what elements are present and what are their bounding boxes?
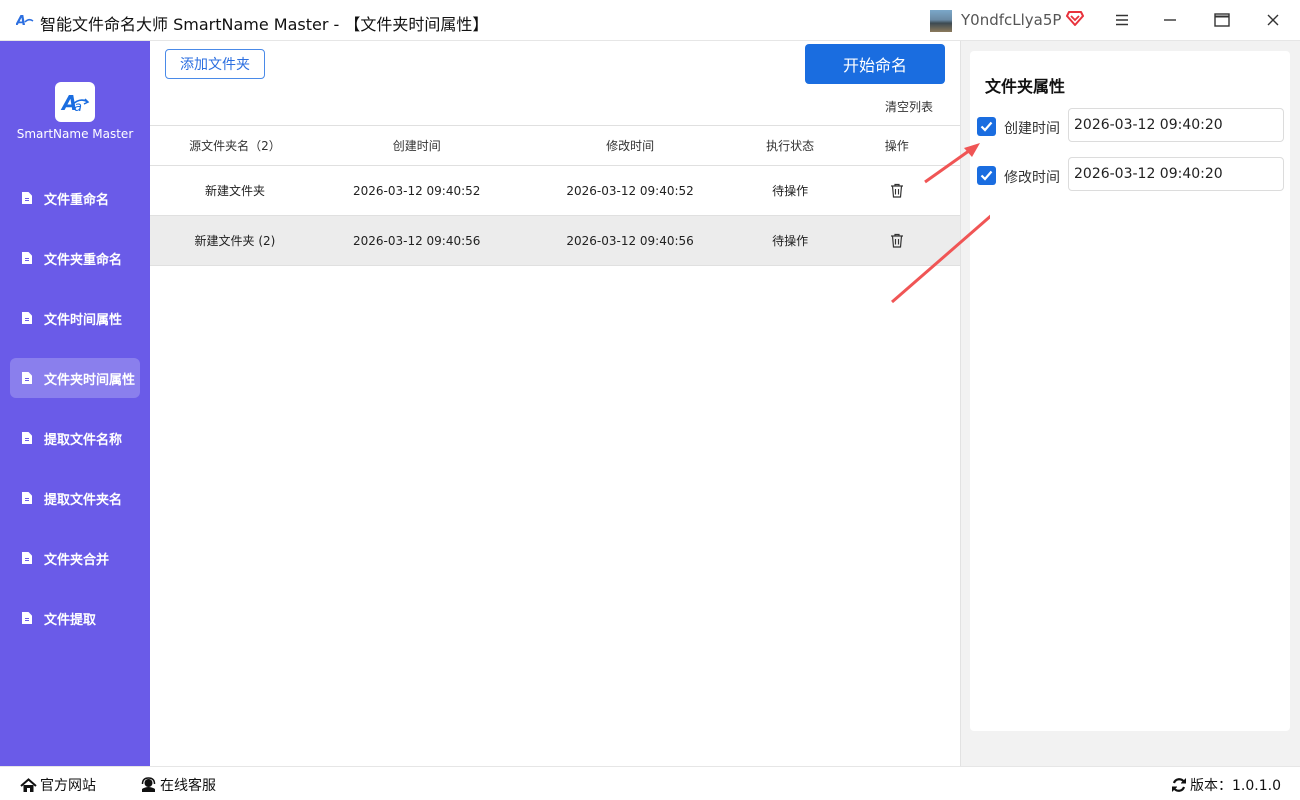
- home-icon: [20, 777, 37, 792]
- sidebar-item-extract-foldername[interactable]: 提取文件夹名: [10, 478, 140, 518]
- column-header-action: 操作: [884, 139, 909, 153]
- sidebar-item-label: 文件夹重命名: [44, 252, 123, 268]
- avatar[interactable]: [930, 10, 952, 32]
- table-row[interactable]: 新建文件夹 2026-03-12 09:40:52 2026-03-12 09:…: [150, 166, 960, 216]
- panel-title: 文件夹属性: [985, 77, 1066, 96]
- main-content: 添加文件夹 开始命名 清空列表 源文件夹名（2） 创建时间 修改时间 执行状态 …: [150, 41, 960, 766]
- sidebar-item-folder-time[interactable]: 文件夹时间属性: [10, 358, 140, 398]
- menu-icon[interactable]: [1110, 8, 1134, 32]
- version-info[interactable]: 版本：1.0.1.0: [1171, 775, 1281, 795]
- footer: 官方网站 在线客服 版本：1.0.1.0: [0, 766, 1300, 800]
- sidebar-item-label: 提取文件夹名: [44, 492, 123, 508]
- online-support-link[interactable]: 在线客服: [140, 775, 216, 795]
- sidebar-item-label: 文件重命名: [44, 192, 110, 208]
- official-website-label: 官方网站: [40, 778, 96, 794]
- document-icon: [22, 312, 32, 324]
- start-rename-button[interactable]: 开始命名: [805, 44, 945, 84]
- folder-name: 新建文件夹: [204, 184, 265, 198]
- minimize-icon[interactable]: [1158, 8, 1182, 32]
- created-time-input[interactable]: 2026-03-12 09:40:20: [1068, 108, 1284, 142]
- sidebar-item-file-extract[interactable]: 文件提取: [10, 598, 140, 638]
- online-support-label: 在线客服: [160, 778, 216, 794]
- document-icon: [22, 372, 32, 384]
- checkmark-icon: [980, 170, 993, 181]
- modified-time-label: 修改时间: [1004, 170, 1060, 186]
- document-icon: [22, 432, 32, 444]
- column-header-created: 创建时间: [392, 139, 441, 153]
- svg-text:A: A: [16, 14, 26, 28]
- official-website-link[interactable]: 官方网站: [20, 775, 96, 795]
- add-folder-button[interactable]: 添加文件夹: [165, 49, 265, 79]
- app-name: SmartName Master: [16, 127, 134, 141]
- created-time-checkbox[interactable]: [977, 117, 996, 136]
- checkmark-icon: [980, 121, 993, 132]
- created-time: 2026-03-12 09:40:52: [352, 183, 481, 198]
- sidebar-item-folder-rename[interactable]: 文件夹重命名: [10, 238, 140, 278]
- window-title: 智能文件命名大师 SmartName Master - 【文件夹时间属性】: [40, 15, 489, 34]
- maximize-icon[interactable]: [1210, 8, 1234, 32]
- sidebar-item-extract-filename[interactable]: 提取文件名称: [10, 418, 140, 458]
- document-icon: [22, 552, 32, 564]
- sidebar-item-label: 文件夹时间属性: [44, 372, 136, 388]
- trash-icon[interactable]: [890, 183, 904, 198]
- customer-service-icon: [141, 777, 156, 792]
- folder-attributes-panel: 文件夹属性 创建时间 2026-03-12 09:40:20 修改时间 2026…: [970, 51, 1290, 731]
- version-label: 版本：1.0.1.0: [1190, 778, 1281, 794]
- username[interactable]: Y0ndfcLlya5P: [961, 11, 1061, 29]
- title-bar: A 智能文件命名大师 SmartName Master - 【文件夹时间属性】 …: [0, 0, 1300, 41]
- document-icon: [22, 492, 32, 504]
- document-icon: [22, 612, 32, 624]
- sidebar-item-label: 文件夹合并: [44, 552, 110, 568]
- folder-name: 新建文件夹 (2): [194, 234, 276, 248]
- sidebar-item-label: 提取文件名称: [44, 432, 123, 448]
- close-icon[interactable]: [1261, 8, 1285, 32]
- sidebar: Aa SmartName Master 文件重命名 文件夹重命名 文件时间属性 …: [0, 41, 150, 766]
- trash-icon[interactable]: [890, 233, 904, 248]
- document-icon: [22, 252, 32, 264]
- created-time: 2026-03-12 09:40:56: [352, 233, 481, 248]
- table-row[interactable]: 新建文件夹 (2) 2026-03-12 09:40:56 2026-03-12…: [150, 216, 960, 266]
- delete-row-button[interactable]: [834, 183, 960, 198]
- sidebar-item-label: 文件提取: [44, 612, 97, 628]
- vip-diamond-icon[interactable]: [1066, 9, 1084, 27]
- sidebar-item-folder-merge[interactable]: 文件夹合并: [10, 538, 140, 578]
- status-text: 待操作: [772, 184, 809, 198]
- refresh-icon: [1172, 778, 1186, 792]
- folder-table: 源文件夹名（2） 创建时间 修改时间 执行状态 操作 新建文件夹 2026-03…: [150, 125, 960, 266]
- sidebar-item-label: 文件时间属性: [44, 312, 123, 328]
- modified-time: 2026-03-12 09:40:52: [566, 183, 694, 198]
- status-text: 待操作: [772, 234, 809, 248]
- column-header-name: 源文件夹名（2）: [189, 139, 281, 153]
- modified-time-checkbox[interactable]: [977, 166, 996, 185]
- clear-list-button[interactable]: 清空列表: [885, 98, 933, 115]
- document-icon: [22, 192, 32, 204]
- delete-row-button[interactable]: [834, 233, 960, 248]
- sidebar-item-file-rename[interactable]: 文件重命名: [10, 178, 140, 218]
- modified-time-input[interactable]: 2026-03-12 09:40:20: [1068, 157, 1284, 191]
- column-header-status: 执行状态: [766, 139, 815, 153]
- table-header: 源文件夹名（2） 创建时间 修改时间 执行状态 操作: [150, 125, 960, 166]
- app-logo: Aa: [55, 82, 95, 122]
- app-logo-icon: A: [15, 12, 34, 29]
- sidebar-item-file-time[interactable]: 文件时间属性: [10, 298, 140, 338]
- modified-time: 2026-03-12 09:40:56: [566, 233, 694, 248]
- column-header-modified: 修改时间: [606, 139, 655, 153]
- created-time-label: 创建时间: [1004, 121, 1060, 137]
